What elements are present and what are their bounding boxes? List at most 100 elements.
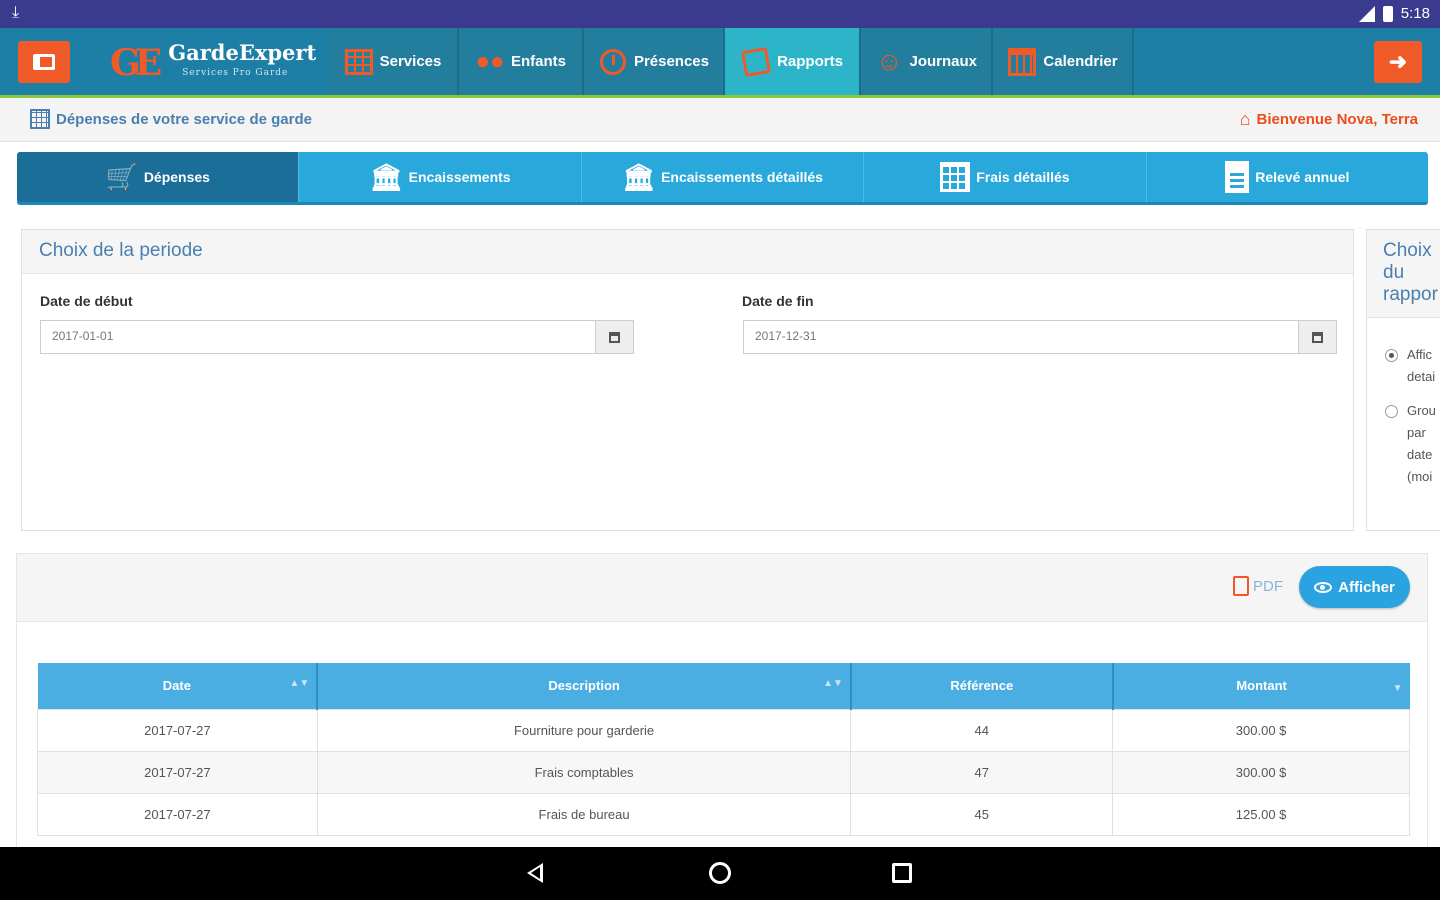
column-header-montant[interactable]: Montant ▼ <box>1112 663 1410 709</box>
tab-journaux[interactable]: ☺ Journaux <box>861 28 993 95</box>
cell-date: 2017-07-27 <box>37 708 318 752</box>
recents-icon[interactable] <box>892 863 912 883</box>
menu-button[interactable] <box>18 41 70 83</box>
period-panel: Choix de la periode Date de début 2017-0… <box>21 229 1354 531</box>
documents-icon <box>741 46 772 77</box>
report-tab-label: Encaissements <box>408 169 511 185</box>
start-date-calendar-button[interactable] <box>595 321 633 353</box>
tab-label: Présences <box>633 53 709 70</box>
system-navigation-bar <box>0 847 1440 900</box>
page-title: Dépenses de votre service de garde <box>56 110 312 128</box>
cell-montant: 125.00 $ <box>1112 792 1410 836</box>
cell-montant: 300.00 $ <box>1112 750 1410 794</box>
tab-rapports[interactable]: Rapports <box>725 28 861 95</box>
start-date-label: Date de début <box>40 293 133 309</box>
status-icons: 5:18 <box>1357 5 1430 22</box>
table-row[interactable]: 2017-07-27 Fourniture pour garderie 44 3… <box>37 708 1410 752</box>
breadcrumb: Dépenses de votre service de garde <box>30 109 312 129</box>
table-row[interactable]: 2017-07-27 Frais comptables 47 300.00 $ <box>37 750 1410 794</box>
people-icon: ●● <box>475 47 505 75</box>
report-tab-label: Relevé annuel <box>1255 169 1350 185</box>
report-tab-encaissements-detailles[interactable]: 🏛 Encaissements détaillés <box>582 152 865 202</box>
app-logo[interactable]: GE GardeExpert Services Pro Garde <box>110 38 325 88</box>
clock-icon <box>598 48 628 76</box>
tab-label: Journaux <box>909 53 977 70</box>
breadcrumb-bar: Dépenses de votre service de garde ⌂ Bie… <box>0 98 1440 142</box>
signal-icon <box>1357 5 1375 22</box>
report-choice-panel: Choix du rappor Affic detai Grou par dat… <box>1366 229 1440 531</box>
report-tab-encaissements[interactable]: 🏛 Encaissements <box>299 152 582 202</box>
report-tabs: 🛒 Dépenses 🏛 Encaissements 🏛 Encaissemen… <box>17 152 1428 205</box>
tab-label: Services <box>379 53 442 70</box>
smile-icon: ☺ <box>875 46 903 76</box>
report-tab-releve-annuel[interactable]: Relevé annuel <box>1147 152 1428 202</box>
report-tab-frais-detailles[interactable]: Frais détaillés <box>864 152 1147 202</box>
header-label: Montant <box>1236 678 1287 694</box>
table-row[interactable]: 2017-07-27 Frais de bureau 45 125.00 $ <box>37 792 1410 836</box>
end-date-input[interactable]: 2017-12-31 <box>744 321 1298 353</box>
tab-presences[interactable]: Présences <box>584 28 725 95</box>
cell-description: Frais comptables <box>316 750 852 794</box>
column-header-reference[interactable]: Référence <box>850 663 1114 709</box>
end-date-label: Date de fin <box>742 293 814 309</box>
afficher-label: Afficher <box>1338 578 1395 596</box>
logo-name-text: GardeExpert <box>168 40 317 65</box>
sort-icon: ▲▼ <box>289 678 310 689</box>
report-tab-label: Encaissements détaillés <box>661 169 823 185</box>
column-header-description[interactable]: Description ▲▼ <box>317 663 852 709</box>
pdf-label: PDF <box>1253 577 1283 595</box>
welcome-text: Bienvenue Nova, Terra <box>1256 111 1418 128</box>
document-icon <box>1225 161 1250 193</box>
back-icon[interactable] <box>527 863 543 883</box>
battery-icon <box>1382 5 1393 22</box>
start-date-field[interactable]: 2017-01-01 <box>40 320 634 354</box>
report-option-group[interactable]: Grou par date (moi <box>1385 400 1440 488</box>
sort-icon: ▲▼ <box>823 678 843 689</box>
cell-reference: 47 <box>850 750 1114 794</box>
status-time: 5:18 <box>1400 5 1430 22</box>
radio-button[interactable] <box>1385 349 1398 362</box>
table-icon <box>940 162 971 192</box>
period-title: Choix de la periode <box>22 230 1353 274</box>
top-navigation: GE GardeExpert Services Pro Garde Servic… <box>0 28 1440 98</box>
start-date-input[interactable]: 2017-01-01 <box>41 321 595 353</box>
header-label: Date <box>162 678 191 694</box>
cell-description: Frais de bureau <box>316 792 852 836</box>
status-bar: ⤓ 5:18 <box>0 0 1440 28</box>
home-button-icon[interactable] <box>709 862 731 884</box>
afficher-button[interactable]: Afficher <box>1299 566 1410 608</box>
pdf-export-link[interactable]: PDF <box>1233 576 1283 596</box>
report-tab-depenses[interactable]: 🛒 Dépenses <box>17 152 300 202</box>
table-header-row: Date ▲▼ Description ▲▼ Référence Montant… <box>37 663 1410 709</box>
calendar-icon <box>1312 331 1323 343</box>
report-option-label: Affic detai <box>1407 347 1436 384</box>
tab-calendrier[interactable]: Calendrier <box>993 28 1134 95</box>
logo-mark: GE <box>110 42 162 84</box>
menu-icon <box>33 54 55 70</box>
end-date-field[interactable]: 2017-12-31 <box>743 320 1337 354</box>
cell-date: 2017-07-27 <box>37 750 318 794</box>
results-toolbar: PDF Afficher <box>17 554 1427 622</box>
table-icon <box>30 109 50 129</box>
cell-date: 2017-07-27 <box>37 792 318 836</box>
column-header-date[interactable]: Date ▲▼ <box>37 663 319 709</box>
tab-enfants[interactable]: ●● Enfants <box>459 28 584 95</box>
logout-button[interactable]: ➜ <box>1374 41 1422 83</box>
report-option-label: Grou par date (moi <box>1407 403 1436 484</box>
logout-icon: ➜ <box>1388 49 1408 74</box>
home-icon: ⌂ <box>1239 109 1251 129</box>
tab-services[interactable]: Services <box>328 28 459 95</box>
report-option-detail[interactable]: Affic detai <box>1385 344 1440 388</box>
radio-button[interactable] <box>1385 405 1398 418</box>
bank-icon: 🏛 <box>369 162 403 192</box>
logo-tagline: Services Pro Garde <box>182 68 289 78</box>
welcome-message: ⌂ Bienvenue Nova, Terra <box>1240 109 1418 130</box>
grid-icon <box>344 48 374 76</box>
cart-icon: 🛒 <box>105 162 138 192</box>
calendar-icon <box>1007 47 1037 76</box>
expenses-table: Date ▲▼ Description ▲▼ Référence Montant… <box>37 663 1410 836</box>
cell-reference: 44 <box>850 708 1114 752</box>
main-tabs: Services ●● Enfants Présences Rapports ☺… <box>328 28 1134 95</box>
end-date-calendar-button[interactable] <box>1298 321 1336 353</box>
cell-description: Fourniture pour garderie <box>316 708 852 752</box>
